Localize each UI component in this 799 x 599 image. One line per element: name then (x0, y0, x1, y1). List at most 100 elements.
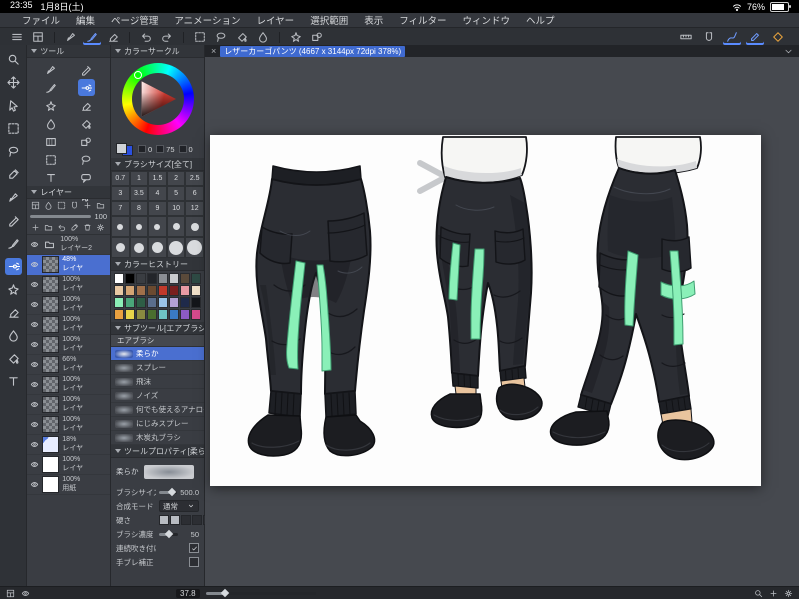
color-history-swatch[interactable] (125, 309, 135, 320)
menu-item-3[interactable]: アニメーション (166, 13, 248, 27)
property-checkbox[interactable] (189, 557, 199, 567)
subtool-item[interactable]: 柔らか (111, 347, 204, 361)
layer-row[interactable]: 100% レイヤ (27, 455, 110, 475)
eye-icon[interactable] (29, 260, 39, 269)
color-history-swatch[interactable] (125, 285, 135, 296)
subtool-group-tab[interactable]: エアブラシ (111, 335, 204, 347)
color-history-swatch[interactable] (191, 285, 201, 296)
layer-row[interactable]: 100% レイヤ (27, 275, 110, 295)
trash-icon[interactable] (83, 223, 92, 232)
color-history-swatch[interactable] (147, 297, 157, 308)
blend-tool-icon[interactable] (5, 327, 22, 344)
figure-icon[interactable] (308, 30, 326, 45)
decoration-tool-icon[interactable] (5, 281, 22, 298)
eyedropper-tool-icon[interactable] (5, 166, 22, 183)
pen-icon[interactable] (62, 30, 80, 45)
eye-icon[interactable] (29, 340, 39, 349)
brush-size-panel-header[interactable]: ブラシサイズ[全て] (111, 158, 204, 171)
menu-item-6[interactable]: 表示 (356, 13, 391, 27)
color-panel-header[interactable]: カラーサークル (111, 45, 204, 58)
color-history-swatch[interactable] (191, 309, 201, 320)
color-history-swatch[interactable] (169, 297, 179, 308)
property-slider[interactable] (159, 487, 178, 497)
fill-tool-icon[interactable] (5, 350, 22, 367)
color-history-swatch[interactable] (147, 285, 157, 296)
layers-panel-header[interactable]: レイヤー (27, 186, 110, 199)
marquee-subtool-icon[interactable] (42, 151, 59, 168)
color-history-swatch[interactable] (180, 297, 190, 308)
marquee-tool-icon[interactable] (5, 120, 22, 137)
brush-size-cell[interactable]: 6 (185, 186, 204, 201)
brush-size-cell[interactable]: 1.5 (148, 171, 167, 186)
plus-icon[interactable] (31, 223, 40, 232)
collapse-chevron-icon[interactable] (784, 47, 793, 56)
brush-size-cell[interactable]: 1 (129, 171, 149, 186)
eye-icon[interactable] (29, 400, 39, 409)
color-history-swatch[interactable] (191, 297, 201, 308)
subtool-item[interactable]: 飛沫 (111, 375, 204, 389)
plus-icon[interactable] (83, 201, 92, 210)
pencil-subtool-icon[interactable] (78, 61, 95, 78)
lasso-tool-icon[interactable] (5, 143, 22, 160)
ruler-icon[interactable] (677, 30, 695, 45)
layer-row[interactable]: 66% レイヤ (27, 355, 110, 375)
brush-size-cell[interactable]: 10 (166, 201, 186, 216)
layout-icon[interactable] (6, 589, 15, 598)
color-history-swatch[interactable] (136, 297, 146, 308)
layer-row[interactable]: 100% レイヤ (27, 375, 110, 395)
draw-icon[interactable] (723, 30, 741, 45)
property-row-4[interactable]: 連続吹き付け (111, 541, 204, 555)
layer-row[interactable]: 100% レイヤ (27, 395, 110, 415)
color-history-header[interactable]: カラーヒストリー (111, 258, 204, 271)
undo-icon[interactable] (137, 30, 155, 45)
brush-size-cell[interactable]: 8 (129, 201, 149, 216)
gear-icon[interactable] (96, 223, 105, 232)
layer-row[interactable]: 100% レイヤ (27, 315, 110, 335)
zoom-slider[interactable] (205, 588, 316, 598)
color-history-swatch[interactable] (147, 309, 157, 320)
brush-size-cell[interactable] (129, 216, 149, 237)
brush-icon[interactable] (83, 30, 101, 45)
brush-size-cell[interactable]: 4 (148, 186, 167, 201)
snap-icon[interactable] (70, 201, 79, 210)
main-color-swatch[interactable] (116, 143, 127, 154)
decoration-icon[interactable] (287, 30, 305, 45)
text-tool-icon[interactable] (5, 373, 22, 390)
color-history-swatch[interactable] (180, 273, 190, 284)
move-tool-icon[interactable] (5, 74, 22, 91)
edit-icon[interactable] (746, 30, 764, 45)
zoom-icon[interactable] (754, 589, 763, 598)
balloon-subtool-icon[interactable] (78, 169, 95, 186)
layout-icon[interactable] (29, 30, 47, 45)
layout-icon[interactable] (31, 201, 40, 210)
color-history-swatch[interactable] (158, 309, 168, 320)
blend-subtool-icon[interactable] (42, 115, 59, 132)
hamburger-icon[interactable] (8, 30, 26, 45)
layer-row[interactable]: 100% レイヤ (27, 295, 110, 315)
menu-item-5[interactable]: 選択範囲 (302, 13, 356, 27)
brush-size-cell[interactable] (166, 237, 186, 258)
hue-cursor[interactable] (133, 71, 142, 79)
eye-icon[interactable] (29, 380, 39, 389)
eye-icon[interactable] (29, 360, 39, 369)
airbrush-tool-icon[interactable] (4, 258, 22, 275)
menu-item-7[interactable]: フィルター (391, 13, 454, 27)
gear-icon[interactable] (784, 589, 793, 598)
menu-item-0[interactable]: ファイル (14, 13, 68, 27)
operate-tool-icon[interactable] (5, 97, 22, 114)
eraser-icon[interactable] (104, 30, 122, 45)
brush-size-cell[interactable]: 0.7 (111, 171, 130, 186)
tool-property-header[interactable]: ツールプロパティ[柔らか] (111, 445, 204, 458)
pen-subtool-icon[interactable] (42, 61, 59, 78)
color-history-swatch[interactable] (180, 285, 190, 296)
marquee-icon[interactable] (191, 30, 209, 45)
undo-icon[interactable] (57, 223, 66, 232)
eye-icon[interactable] (29, 480, 39, 489)
folder-icon[interactable] (96, 201, 105, 210)
diamond-icon[interactable] (769, 30, 787, 45)
color-history-swatch[interactable] (114, 273, 124, 284)
color-history-swatch[interactable] (136, 309, 146, 320)
lasso-icon[interactable] (212, 30, 230, 45)
color-history-swatch[interactable] (158, 285, 168, 296)
color-history-swatch[interactable] (147, 273, 157, 284)
